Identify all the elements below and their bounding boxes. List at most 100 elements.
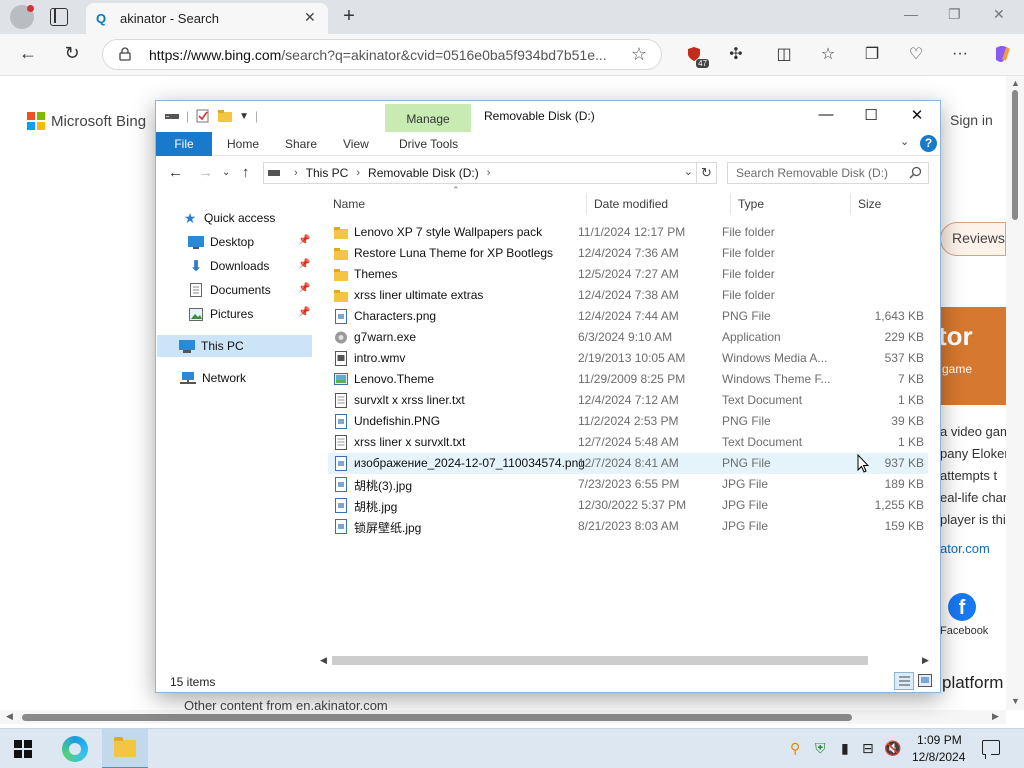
security-shield-tray-icon[interactable]: ⛨ <box>815 740 826 757</box>
page-vertical-scrollbar[interactable]: ▲ ▼ <box>1006 76 1024 710</box>
ribbon-tab-view[interactable]: View <box>343 137 369 151</box>
scroll-right-arrow-icon[interactable]: ▶ <box>922 655 929 666</box>
extension-shield-icon[interactable]: 47 <box>682 42 709 68</box>
file-row[interactable]: 锁屏壁纸.jpg 8/21/2023 8:03 AM JPG File 159 KB <box>328 516 928 537</box>
collections-icon[interactable]: ❐ <box>860 42 884 66</box>
split-screen-icon[interactable]: ◫ <box>772 42 796 66</box>
column-header-name[interactable]: Name <box>333 197 365 211</box>
refresh-icon[interactable]: ↻ <box>60 43 84 64</box>
file-row[interactable]: intro.wmv 2/19/2013 10:05 AM Windows Media… <box>328 348 928 369</box>
file-row[interactable]: изображение_2024-12-07_110034574.png 12/7… <box>328 453 928 474</box>
akinator-card[interactable]: tor game <box>938 307 1006 405</box>
qat-dropdown-icon[interactable]: ▼ <box>239 111 249 122</box>
address-bar[interactable]: https://www.bing.com/search?q=akinator&c… <box>102 39 662 70</box>
file-row[interactable]: g7warn.exe 6/3/2024 9:10 AM Application 229… <box>328 327 928 348</box>
profile-avatar-icon[interactable] <box>10 5 34 29</box>
notifications-icon[interactable] <box>982 740 1000 759</box>
column-header-date[interactable]: Date modified <box>594 197 668 211</box>
clock-date[interactable]: 12/8/2024 <box>912 750 965 764</box>
file-row[interactable]: Lenovo.Theme 11/29/2009 8:25 PM Windows Th… <box>328 369 928 390</box>
new-tab-button[interactable]: + <box>338 4 360 28</box>
ribbon-tab-drive-tools[interactable]: Drive Tools <box>399 137 458 151</box>
breadcrumb-separator-icon[interactable]: › <box>294 167 298 179</box>
pin-icon[interactable]: 📌 <box>298 307 310 318</box>
recent-locations-chevron-icon[interactable]: ⌄ <box>222 167 230 178</box>
file-row[interactable]: Restore Luna Theme for XP Bootlegs 12/4/2… <box>328 243 928 264</box>
column-divider[interactable] <box>730 193 731 215</box>
column-header-size[interactable]: Size <box>858 197 881 211</box>
file-row[interactable]: Lenovo XP 7 style Wallpapers pack 11/1/20… <box>328 222 928 243</box>
nav-pictures[interactable]: Pictures <box>188 303 253 325</box>
breadcrumb[interactable]: › This PC › Removable Disk (D:) › ⌄ <box>263 162 697 184</box>
search-icon[interactable] <box>909 166 922 179</box>
browser-essentials-icon[interactable]: ♡ <box>904 42 928 66</box>
edge-browser-icon[interactable] <box>62 736 88 762</box>
page-horizontal-scroll-thumb[interactable] <box>22 714 852 721</box>
column-divider[interactable] <box>850 193 851 215</box>
extensions-puzzle-icon[interactable]: ✣ <box>724 42 748 66</box>
explorer-minimize-button[interactable]: — <box>811 106 841 123</box>
explorer-forward-arrow-icon[interactable]: → <box>198 164 213 181</box>
breadcrumb-this-pc[interactable]: This PC <box>306 166 349 180</box>
facebook-label[interactable]: Facebook <box>940 625 988 637</box>
page-vertical-scroll-thumb[interactable] <box>1012 90 1018 220</box>
facebook-icon[interactable]: f <box>948 593 976 621</box>
tab-actions-icon[interactable] <box>50 8 68 26</box>
ribbon-expand-chevron-icon[interactable]: ⌄ <box>900 135 909 148</box>
pin-icon[interactable]: 📌 <box>298 235 310 246</box>
lock-icon[interactable] <box>119 47 131 61</box>
copilot-icon[interactable] <box>990 42 1014 66</box>
start-windows-icon[interactable] <box>14 740 32 758</box>
clock-time[interactable]: 1:09 PM <box>917 733 962 747</box>
nav-desktop[interactable]: Desktop <box>188 231 254 253</box>
nav-network[interactable]: Network <box>180 367 246 389</box>
file-row[interactable]: xrss liner x survxlt.txt 12/7/2024 5:48 A… <box>328 432 928 453</box>
drive-icon[interactable] <box>164 109 180 123</box>
sign-in-link[interactable]: Sign in <box>950 112 993 128</box>
pin-icon[interactable]: 📌 <box>298 259 310 270</box>
scroll-up-arrow-icon[interactable]: ▲ <box>1011 78 1020 88</box>
file-list-horizontal-scrollbar[interactable]: ◀ ▶ <box>318 652 938 669</box>
back-arrow-icon[interactable]: ← <box>16 43 40 64</box>
page-horizontal-scrollbar[interactable]: ◀ ▶ <box>0 710 1006 724</box>
large-icons-view-icon[interactable] <box>918 674 932 687</box>
file-row[interactable]: xrss liner ultimate extras 12/4/2024 7:38… <box>328 285 928 306</box>
file-row[interactable]: survxlt x xrss liner.txt 12/4/2024 7:12 A… <box>328 390 928 411</box>
column-divider[interactable] <box>586 193 587 215</box>
akinator-site-link[interactable]: ator.com <box>940 541 990 556</box>
properties-icon[interactable] <box>195 109 211 123</box>
address-dropdown-chevron-icon[interactable]: ⌄ <box>684 165 693 178</box>
browser-close-button[interactable]: ✕ <box>993 6 1005 23</box>
battery-usb-tray-icon[interactable]: ▮ <box>841 740 849 757</box>
browser-tab-active[interactable]: Q akinator - Search ✕ <box>86 3 328 34</box>
column-header-type[interactable]: Type <box>738 197 764 211</box>
favorite-star-icon[interactable]: ☆ <box>631 44 647 65</box>
file-row[interactable]: Undefishin.PNG 11/2/2024 2:53 PM PNG File 3… <box>328 411 928 432</box>
explorer-maximize-button[interactable]: ☐ <box>856 106 886 124</box>
ribbon-tab-file[interactable]: File <box>156 132 212 156</box>
network-tray-icon[interactable]: ⊟ <box>862 740 874 757</box>
file-row[interactable]: 胡桃.jpg 12/30/2022 5:37 PM JPG File 1,255 KB <box>328 495 928 516</box>
breadcrumb-separator-icon[interactable]: › <box>487 167 491 179</box>
nav-downloads[interactable]: ⬇ Downloads <box>188 255 270 277</box>
scroll-down-arrow-icon[interactable]: ▼ <box>1011 696 1020 706</box>
explorer-refresh-icon[interactable]: ↻ <box>697 162 717 184</box>
bing-logo[interactable]: Microsoft Bing <box>27 112 146 130</box>
nav-documents[interactable]: Documents <box>188 279 271 301</box>
scroll-left-arrow-icon[interactable]: ◀ <box>6 711 13 722</box>
file-row[interactable]: 胡桃(3).jpg 7/23/2023 6:55 PM JPG File 189 KB <box>328 474 928 495</box>
volume-muted-icon[interactable]: 🔇 <box>884 740 901 757</box>
tab-close-icon[interactable]: ✕ <box>304 9 316 26</box>
reviews-tab[interactable]: Reviews <box>940 222 1006 256</box>
up-one-level-arrow-icon[interactable]: ↑ <box>242 164 250 181</box>
file-list-scroll-thumb[interactable] <box>332 656 868 665</box>
explorer-search-input[interactable] <box>728 163 904 183</box>
ribbon-tab-share[interactable]: Share <box>285 137 317 151</box>
manage-contextual-tab[interactable]: Manage <box>385 104 471 132</box>
nav-this-pc[interactable]: This PC <box>157 335 312 357</box>
breadcrumb-separator-icon[interactable]: › <box>356 167 360 179</box>
explorer-search-box[interactable] <box>727 162 929 184</box>
new-folder-icon[interactable] <box>217 109 233 123</box>
file-row[interactable]: Characters.png 12/4/2024 7:44 AM PNG File 1… <box>328 306 928 327</box>
url-text[interactable]: https://www.bing.com/search?q=akinator&c… <box>149 47 619 63</box>
